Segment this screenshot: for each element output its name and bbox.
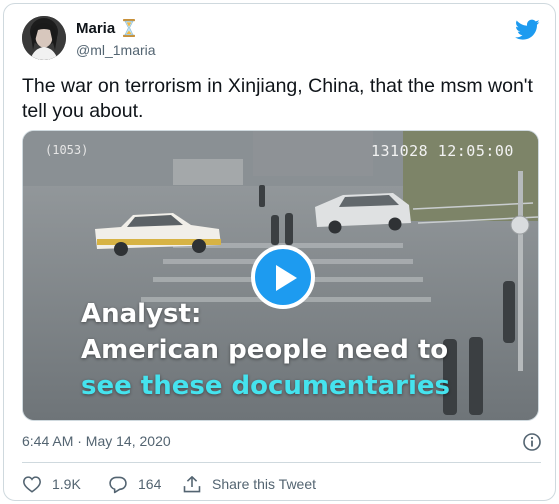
avatar[interactable] bbox=[22, 16, 66, 60]
divider bbox=[22, 462, 541, 463]
reply-bubble-icon bbox=[109, 476, 127, 493]
share-icon bbox=[183, 475, 201, 492]
heart-icon bbox=[23, 476, 41, 493]
video-caption-line-1: Analyst: bbox=[81, 299, 202, 329]
share-label: Share this Tweet bbox=[212, 476, 317, 492]
video-caption-line-2: American people need to bbox=[81, 335, 449, 365]
play-button[interactable] bbox=[251, 245, 315, 309]
reply-count: 164 bbox=[138, 476, 162, 492]
like-button[interactable]: 1.9K bbox=[22, 473, 81, 495]
avatar-image bbox=[22, 16, 66, 60]
hourglass-icon bbox=[122, 18, 136, 38]
tweet-text: The war on terrorism in Xinjiang, China,… bbox=[22, 75, 533, 122]
tweet-timestamp[interactable]: 6:44 AM · May 14, 2020 bbox=[22, 433, 171, 449]
author-display-name[interactable]: Maria bbox=[76, 20, 115, 37]
info-icon[interactable] bbox=[522, 432, 542, 452]
author-handle[interactable]: @ml_1maria bbox=[76, 42, 156, 58]
video-caption-line-3: see these documentaries bbox=[81, 371, 450, 401]
video-player[interactable]: (1053) 131028 12:05:00 Analyst: American… bbox=[22, 130, 539, 421]
tweet-card: Maria @ml_1maria The war on terrorism in… bbox=[3, 3, 556, 501]
play-icon bbox=[276, 265, 297, 291]
video-osd-channel: (1053) bbox=[45, 143, 89, 157]
video-osd-timecode: 131028 12:05:00 bbox=[371, 142, 514, 160]
like-count: 1.9K bbox=[52, 476, 81, 492]
twitter-bird-icon[interactable] bbox=[515, 19, 540, 41]
reply-button[interactable]: 164 bbox=[108, 473, 161, 495]
share-button[interactable]: Share this Tweet bbox=[182, 473, 316, 495]
